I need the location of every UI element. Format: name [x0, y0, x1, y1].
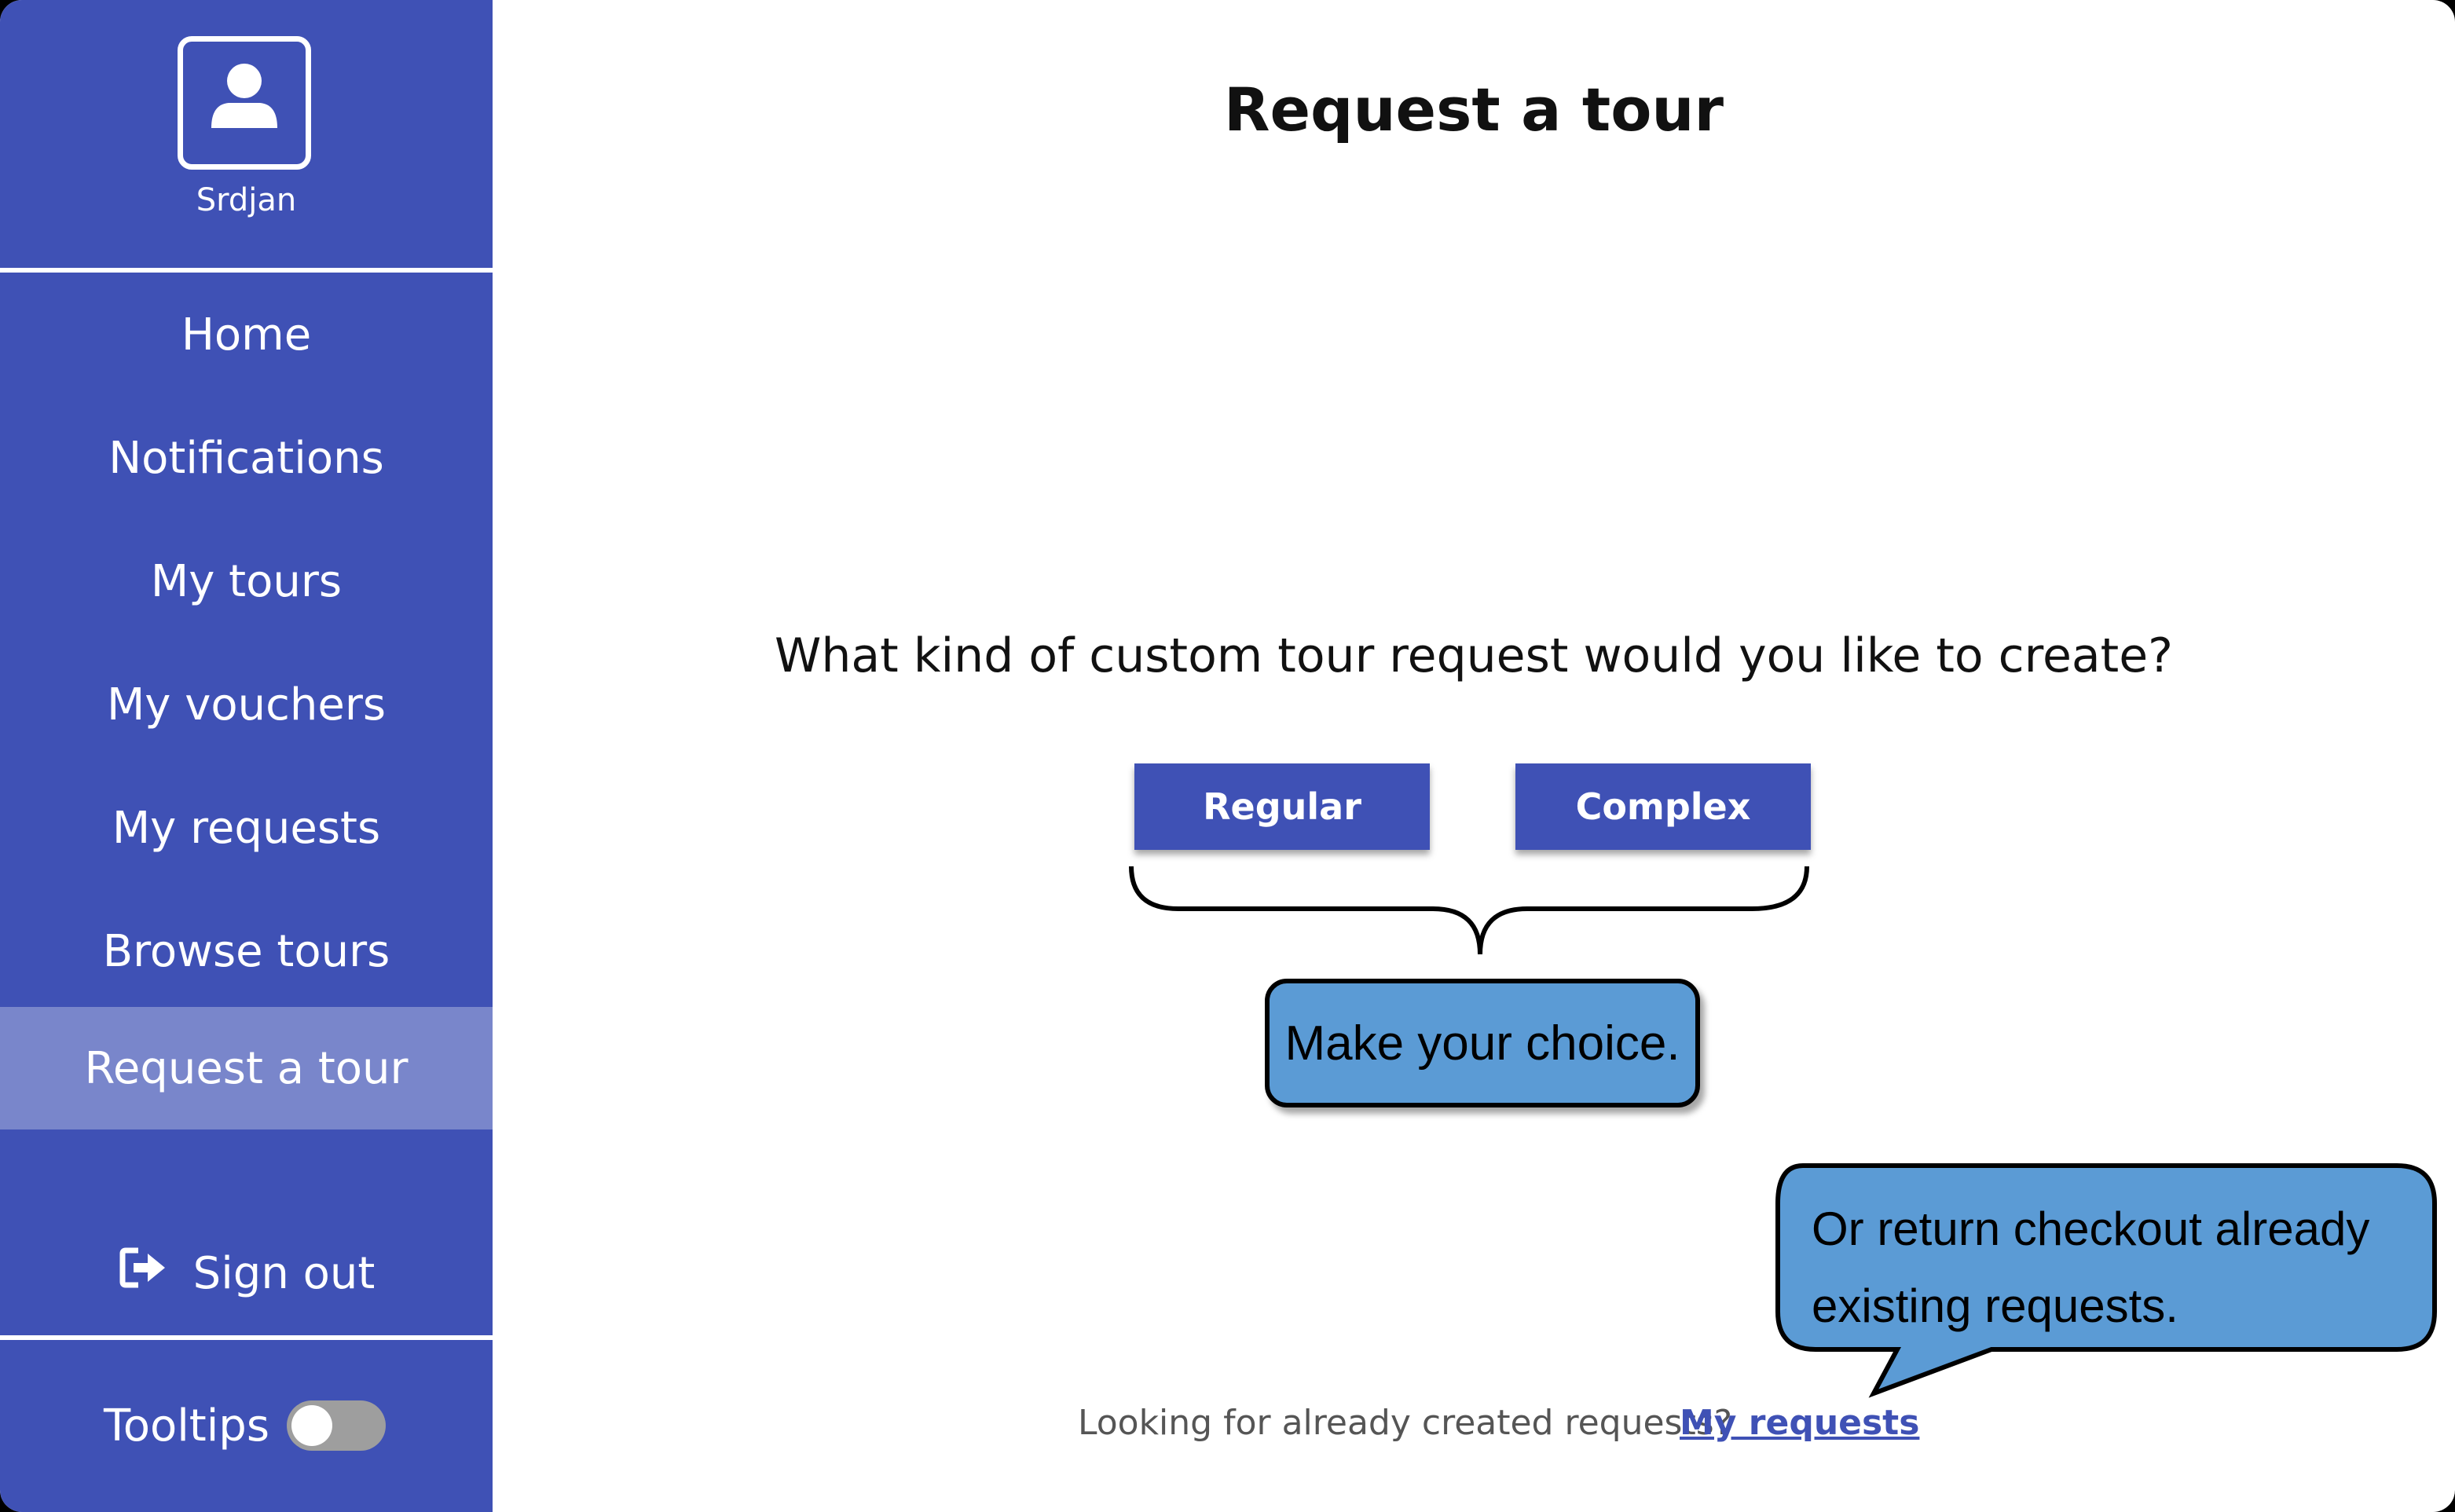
- sidebar-item-request-a-tour[interactable]: Request a tour: [0, 1007, 493, 1129]
- regular-button[interactable]: Regular: [1134, 763, 1430, 850]
- sidebar-item-browse-tours[interactable]: Browse tours: [0, 890, 493, 1012]
- sidebar-item-my-tours[interactable]: My tours: [0, 520, 493, 643]
- page-title: Request a tour: [1223, 75, 1724, 145]
- sidebar-item-notifications[interactable]: Notifications: [0, 397, 493, 519]
- complex-button[interactable]: Complex: [1515, 763, 1811, 850]
- sidebar-divider: [0, 1335, 493, 1340]
- sidebar-item-my-vouchers[interactable]: My vouchers: [0, 643, 493, 766]
- sidebar: Srdjan Home Notifications My tours My vo…: [0, 0, 493, 1512]
- sign-out-icon: [118, 1246, 193, 1301]
- tooltips-row: Tooltips: [104, 1394, 387, 1457]
- user-icon[interactable]: [178, 36, 311, 170]
- my-requests-link[interactable]: My requests: [1680, 1399, 1919, 1446]
- tooltips-toggle[interactable]: [287, 1400, 387, 1451]
- sidebar-item-home[interactable]: Home: [0, 273, 493, 396]
- choice-callout: Make your choice.: [1265, 979, 1700, 1107]
- tooltips-label: Tooltips: [104, 1400, 270, 1452]
- choice-callout-text: Make your choice.: [1284, 1016, 1680, 1071]
- curly-brace: [1129, 866, 1809, 955]
- app-window: Srdjan Home Notifications My tours My vo…: [0, 0, 2455, 1512]
- requests-callout-line-2: existing requests.: [1812, 1280, 2178, 1332]
- sidebar-item-my-requests[interactable]: My requests: [0, 767, 493, 889]
- requests-callout-text: Or return checkout already existing requ…: [1812, 1191, 2409, 1345]
- sign-out-button[interactable]: Sign out: [0, 1214, 493, 1332]
- request-type-question: What kind of custom tour request would y…: [775, 628, 2173, 683]
- requests-callout-line-1: Or return checkout already: [1812, 1203, 2370, 1255]
- profile-name: Srdjan: [196, 182, 297, 218]
- footer-text: Looking for already created requests?: [1078, 1402, 1732, 1443]
- sidebar-divider: [0, 268, 493, 273]
- toggle-knob: [291, 1405, 333, 1446]
- sign-out-label: Sign out: [192, 1247, 376, 1299]
